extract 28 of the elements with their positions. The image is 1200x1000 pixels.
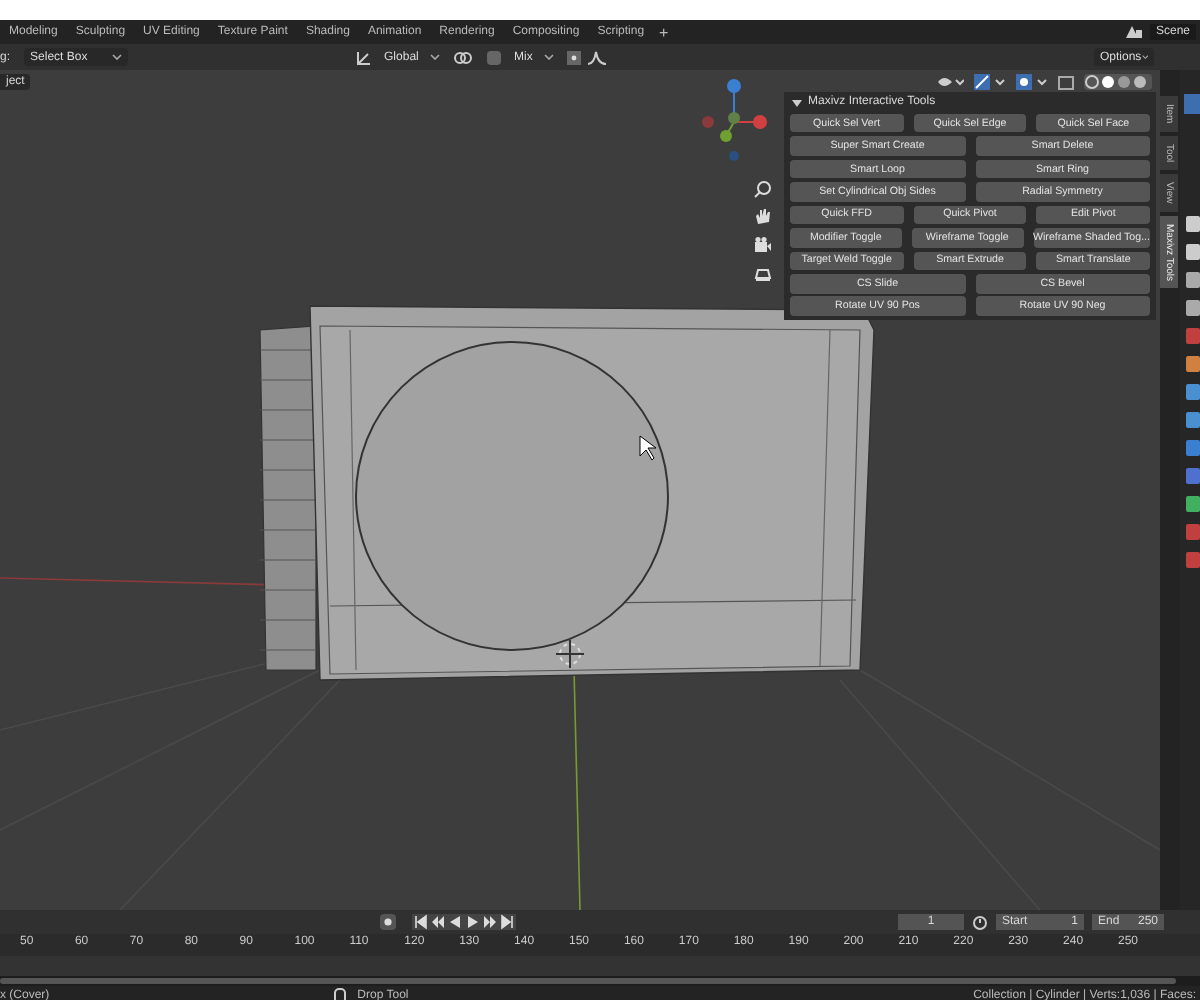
- 3d-viewport[interactable]: [0, 70, 1160, 910]
- playback-controls-icons[interactable]: [412, 914, 516, 930]
- gizmo-toggle-icon[interactable]: [974, 74, 1006, 90]
- hand-icon[interactable]: [754, 208, 772, 226]
- chevron-down-icon: [544, 54, 555, 60]
- disclosure-triangle-icon[interactable]: [792, 97, 802, 107]
- scrollbar[interactable]: [0, 978, 1176, 984]
- zoom-icon[interactable]: [754, 180, 772, 198]
- falloff-curve-icon[interactable]: [588, 49, 609, 65]
- 3d-cursor-icon: [555, 639, 585, 669]
- mouse-icon: [333, 988, 346, 1000]
- chevron-down-icon: [1141, 54, 1148, 60]
- scene-icon[interactable]: [1123, 24, 1144, 40]
- grid-icon[interactable]: [754, 264, 772, 282]
- visibility-icon[interactable]: [936, 74, 964, 90]
- outliner-highlight: [1184, 94, 1200, 114]
- transform-orientation-icon: [356, 49, 373, 65]
- add-workspace-button[interactable]: +: [653, 23, 675, 41]
- record-icon[interactable]: [380, 914, 396, 930]
- camera-icon[interactable]: [754, 236, 772, 254]
- stopwatch-icon[interactable]: [972, 914, 988, 930]
- proportional-edit-icon[interactable]: [566, 49, 583, 65]
- chevron-down-icon: [112, 54, 123, 60]
- xray-toggle-icon[interactable]: [1058, 74, 1074, 90]
- shading-mode-icons[interactable]: [1084, 74, 1152, 90]
- mouse-pointer-icon: [639, 435, 657, 461]
- chevron-down-icon: [430, 54, 441, 60]
- overlay-toggle-icon[interactable]: [1016, 74, 1048, 90]
